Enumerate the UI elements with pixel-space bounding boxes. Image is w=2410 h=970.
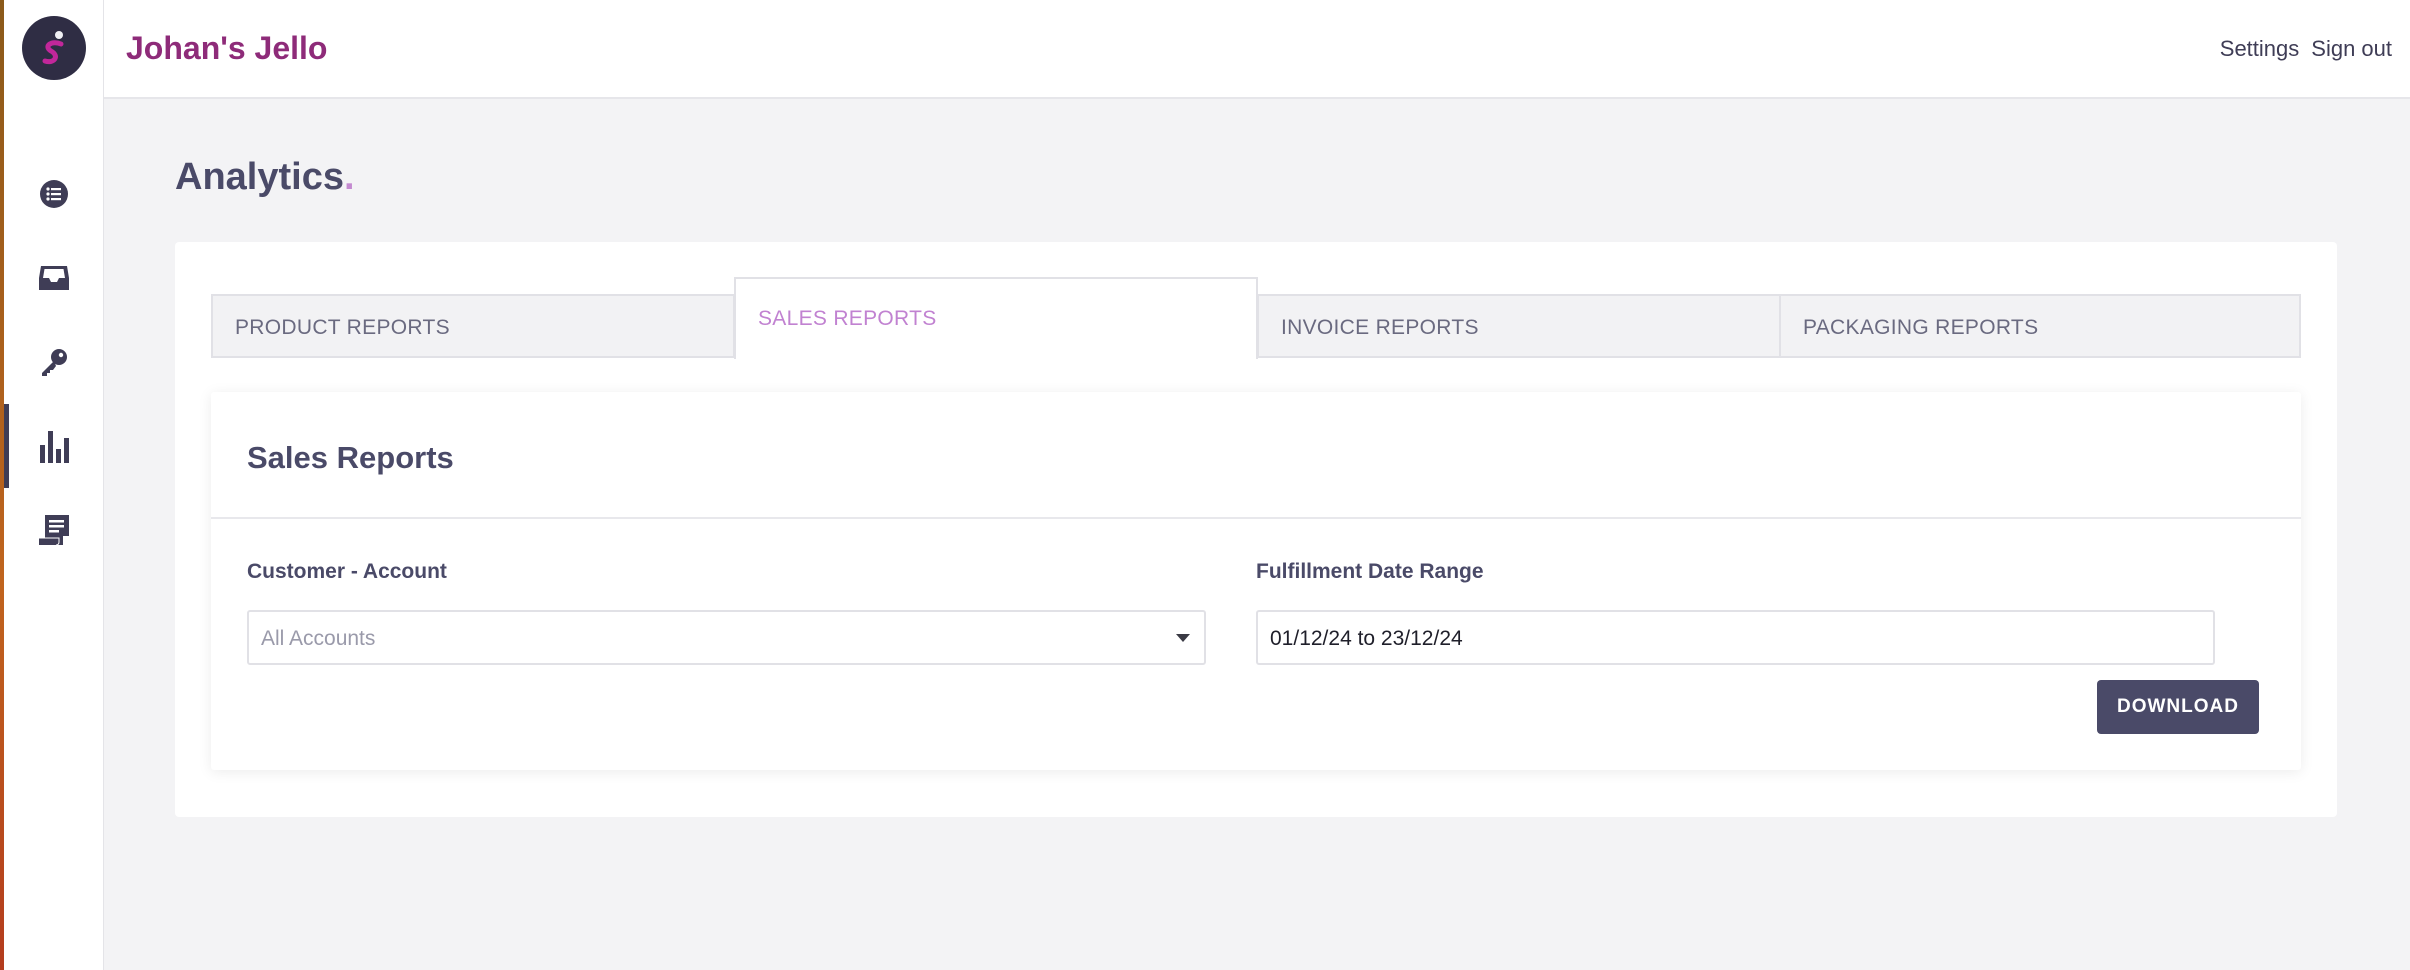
tab-product-reports[interactable]: PRODUCT REPORTS xyxy=(211,294,735,358)
sidebar-item-keys[interactable] xyxy=(4,320,104,404)
divider xyxy=(211,517,2301,519)
list-icon xyxy=(40,180,68,208)
customer-account-value: All Accounts xyxy=(261,627,376,650)
receipt-icon xyxy=(39,515,69,546)
tab-invoice-reports[interactable]: INVOICE REPORTS xyxy=(1257,294,1781,358)
page-title-text: Analytics xyxy=(175,156,344,198)
app-logo[interactable] xyxy=(22,16,86,80)
inbox-icon xyxy=(39,266,69,290)
sidebar-item-invoices[interactable] xyxy=(4,488,104,572)
fulfillment-date-label: Fulfillment Date Range xyxy=(1256,560,1484,583)
customer-account-select[interactable]: All Accounts xyxy=(247,610,1206,665)
chevron-down-icon xyxy=(1176,634,1190,642)
page-title-dot: . xyxy=(343,156,355,198)
sidebar-item-list[interactable] xyxy=(4,152,104,236)
reports-card: PRODUCT REPORTS SALES REPORTS INVOICE RE… xyxy=(175,242,2337,817)
bar-chart-icon xyxy=(40,431,69,463)
key-icon xyxy=(42,349,67,376)
customer-account-label: Customer - Account xyxy=(247,560,447,583)
download-button[interactable]: DOWNLOAD xyxy=(2097,680,2259,734)
logo-icon xyxy=(42,31,64,65)
top-bar: Johan's Jello Settings Sign out xyxy=(104,0,2410,99)
settings-link[interactable]: Settings xyxy=(2220,36,2300,62)
sidebar-item-analytics[interactable] xyxy=(4,404,104,488)
sign-out-link[interactable]: Sign out xyxy=(2311,36,2392,62)
sidebar xyxy=(4,0,104,970)
panel-title: Sales Reports xyxy=(247,440,454,475)
sales-reports-panel: Sales Reports Customer - Account All Acc… xyxy=(211,392,2301,770)
brand-name[interactable]: Johan's Jello xyxy=(126,30,327,67)
fulfillment-date-input[interactable]: 01/12/24 to 23/12/24 xyxy=(1256,610,2215,665)
page-title: Analytics. xyxy=(175,156,355,199)
tab-sales-reports[interactable]: SALES REPORTS xyxy=(734,277,1258,359)
tab-packaging-reports[interactable]: PACKAGING REPORTS xyxy=(1779,294,2301,358)
sidebar-item-inbox[interactable] xyxy=(4,236,104,320)
top-links: Settings Sign out xyxy=(2220,36,2392,62)
